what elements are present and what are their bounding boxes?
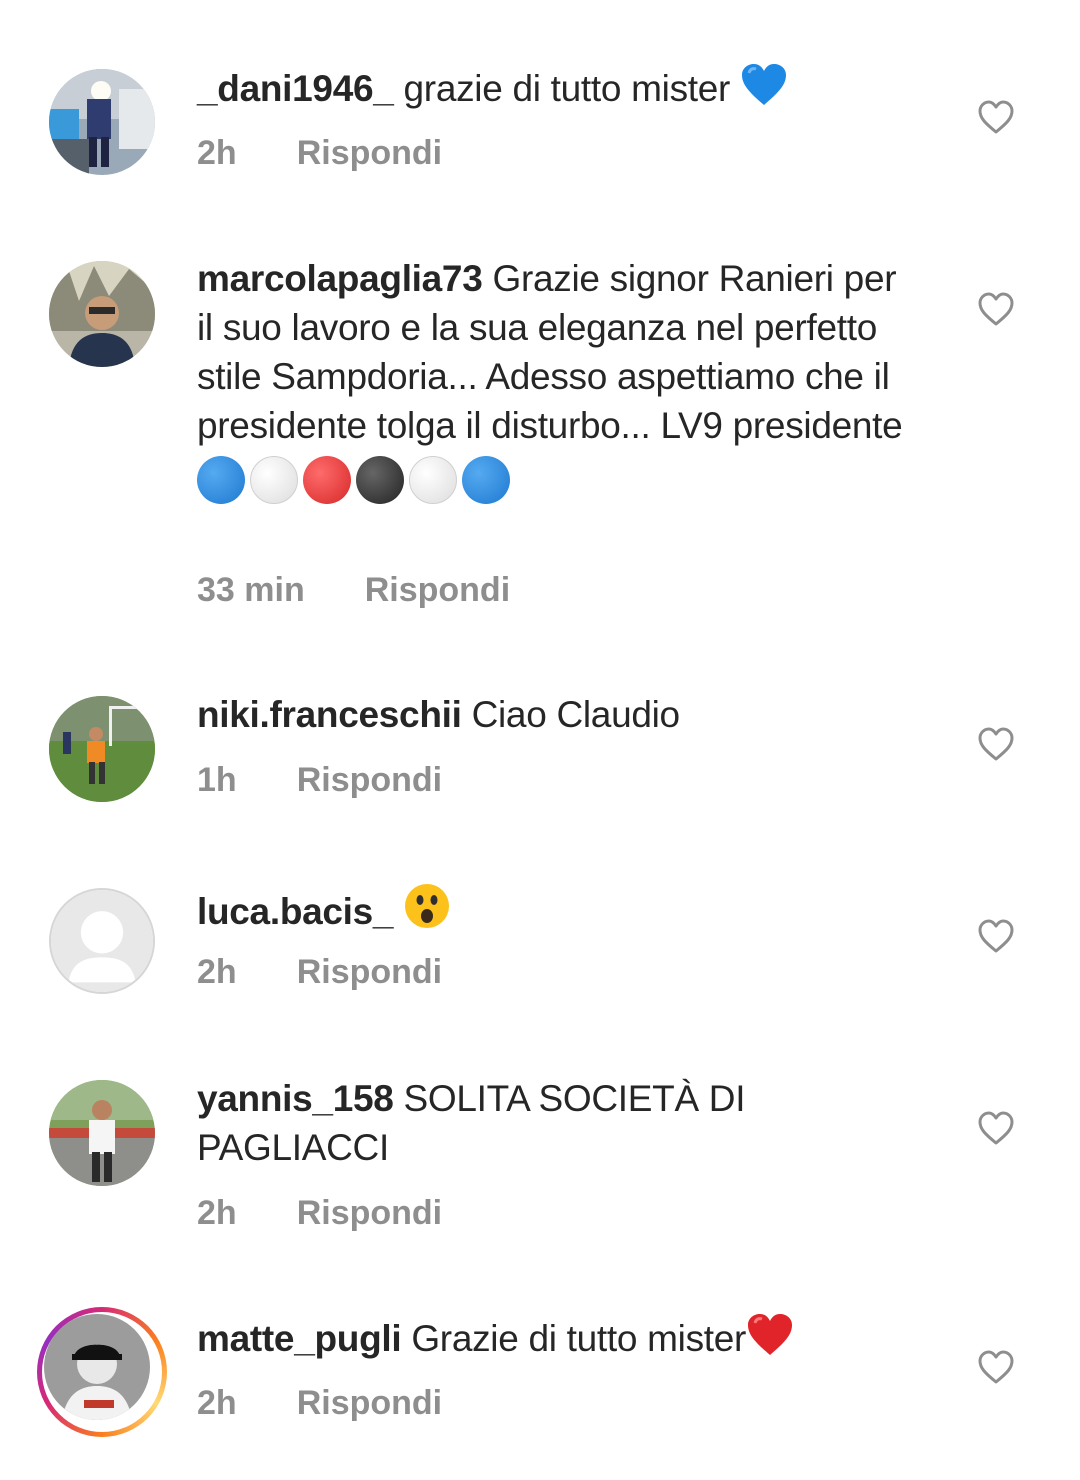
comment-meta: 33 min Rispondi xyxy=(197,571,510,610)
comment-username[interactable]: yannis_158 xyxy=(197,1078,394,1119)
reply-button[interactable]: Rispondi xyxy=(297,134,442,173)
comment-time: 33 min xyxy=(197,571,305,609)
heart-icon[interactable] xyxy=(977,726,1015,762)
avatar[interactable] xyxy=(49,696,155,802)
comment-text: _dani1946_ grazie di tutto mister xyxy=(197,63,917,119)
heart-icon[interactable] xyxy=(977,99,1015,135)
blue-circle-icon xyxy=(197,456,245,504)
reply-button[interactable]: Rispondi xyxy=(297,953,442,992)
comment-meta: 2h Rispondi xyxy=(197,953,442,992)
comment-username[interactable]: niki.franceschii xyxy=(197,694,462,735)
avatar[interactable] xyxy=(49,1080,155,1186)
heart-icon[interactable] xyxy=(977,918,1015,954)
reply-button[interactable]: Rispondi xyxy=(297,1384,442,1423)
reply-button[interactable]: Rispondi xyxy=(365,571,510,610)
comment-username[interactable]: luca.bacis_ xyxy=(197,891,394,932)
comment-username[interactable]: matte_pugli xyxy=(197,1318,402,1359)
comment-time: 2h xyxy=(197,1194,237,1232)
red-circle-icon xyxy=(303,456,351,504)
comment-body: grazie di tutto mister xyxy=(403,68,731,109)
white-circle-icon xyxy=(250,456,298,504)
comment-meta: 2h Rispondi xyxy=(197,134,442,173)
avatar[interactable] xyxy=(44,1314,150,1420)
comment-body: Grazie di tutto mister xyxy=(411,1318,747,1359)
blue-circle-icon xyxy=(462,456,510,504)
surprised-face-icon xyxy=(403,882,451,942)
comment-time: 2h xyxy=(197,1384,237,1422)
comment-meta: 2h Rispondi xyxy=(197,1194,442,1233)
red-heart-icon xyxy=(746,1313,794,1369)
comment-username[interactable]: marcolapaglia73 xyxy=(197,258,483,299)
comment-body: Ciao Claudio xyxy=(471,694,681,735)
heart-icon[interactable] xyxy=(977,1349,1015,1385)
story-ring[interactable] xyxy=(37,1307,167,1437)
avatar[interactable] xyxy=(49,261,155,367)
white-circle-icon xyxy=(409,456,457,504)
heart-icon[interactable] xyxy=(977,291,1015,327)
comment-text: yannis_158 SOLITA SOCIETÀ DI PAGLIACCI xyxy=(197,1074,917,1172)
comment-text: marcolapaglia73 Grazie signor Ranieri pe… xyxy=(197,254,917,504)
black-circle-icon xyxy=(356,456,404,504)
blue-heart-icon xyxy=(740,63,788,119)
comment-time: 2h xyxy=(197,134,237,172)
emoji-circles xyxy=(197,456,917,504)
reply-button[interactable]: Rispondi xyxy=(297,761,442,800)
heart-icon[interactable] xyxy=(977,1110,1015,1146)
comment-meta: 2h Rispondi xyxy=(197,1384,442,1423)
avatar[interactable] xyxy=(49,69,155,175)
comment-meta: 1h Rispondi xyxy=(197,761,442,800)
comment-time: 1h xyxy=(197,761,237,799)
reply-button[interactable]: Rispondi xyxy=(297,1194,442,1233)
comment-text: niki.franceschii Ciao Claudio xyxy=(197,690,917,739)
avatar[interactable] xyxy=(49,888,155,994)
comment-username[interactable]: _dani1946_ xyxy=(197,68,394,109)
comment-text: matte_pugli Grazie di tutto mister xyxy=(197,1313,917,1369)
comment-text: luca.bacis_ xyxy=(197,882,917,942)
comment-time: 2h xyxy=(197,953,237,991)
